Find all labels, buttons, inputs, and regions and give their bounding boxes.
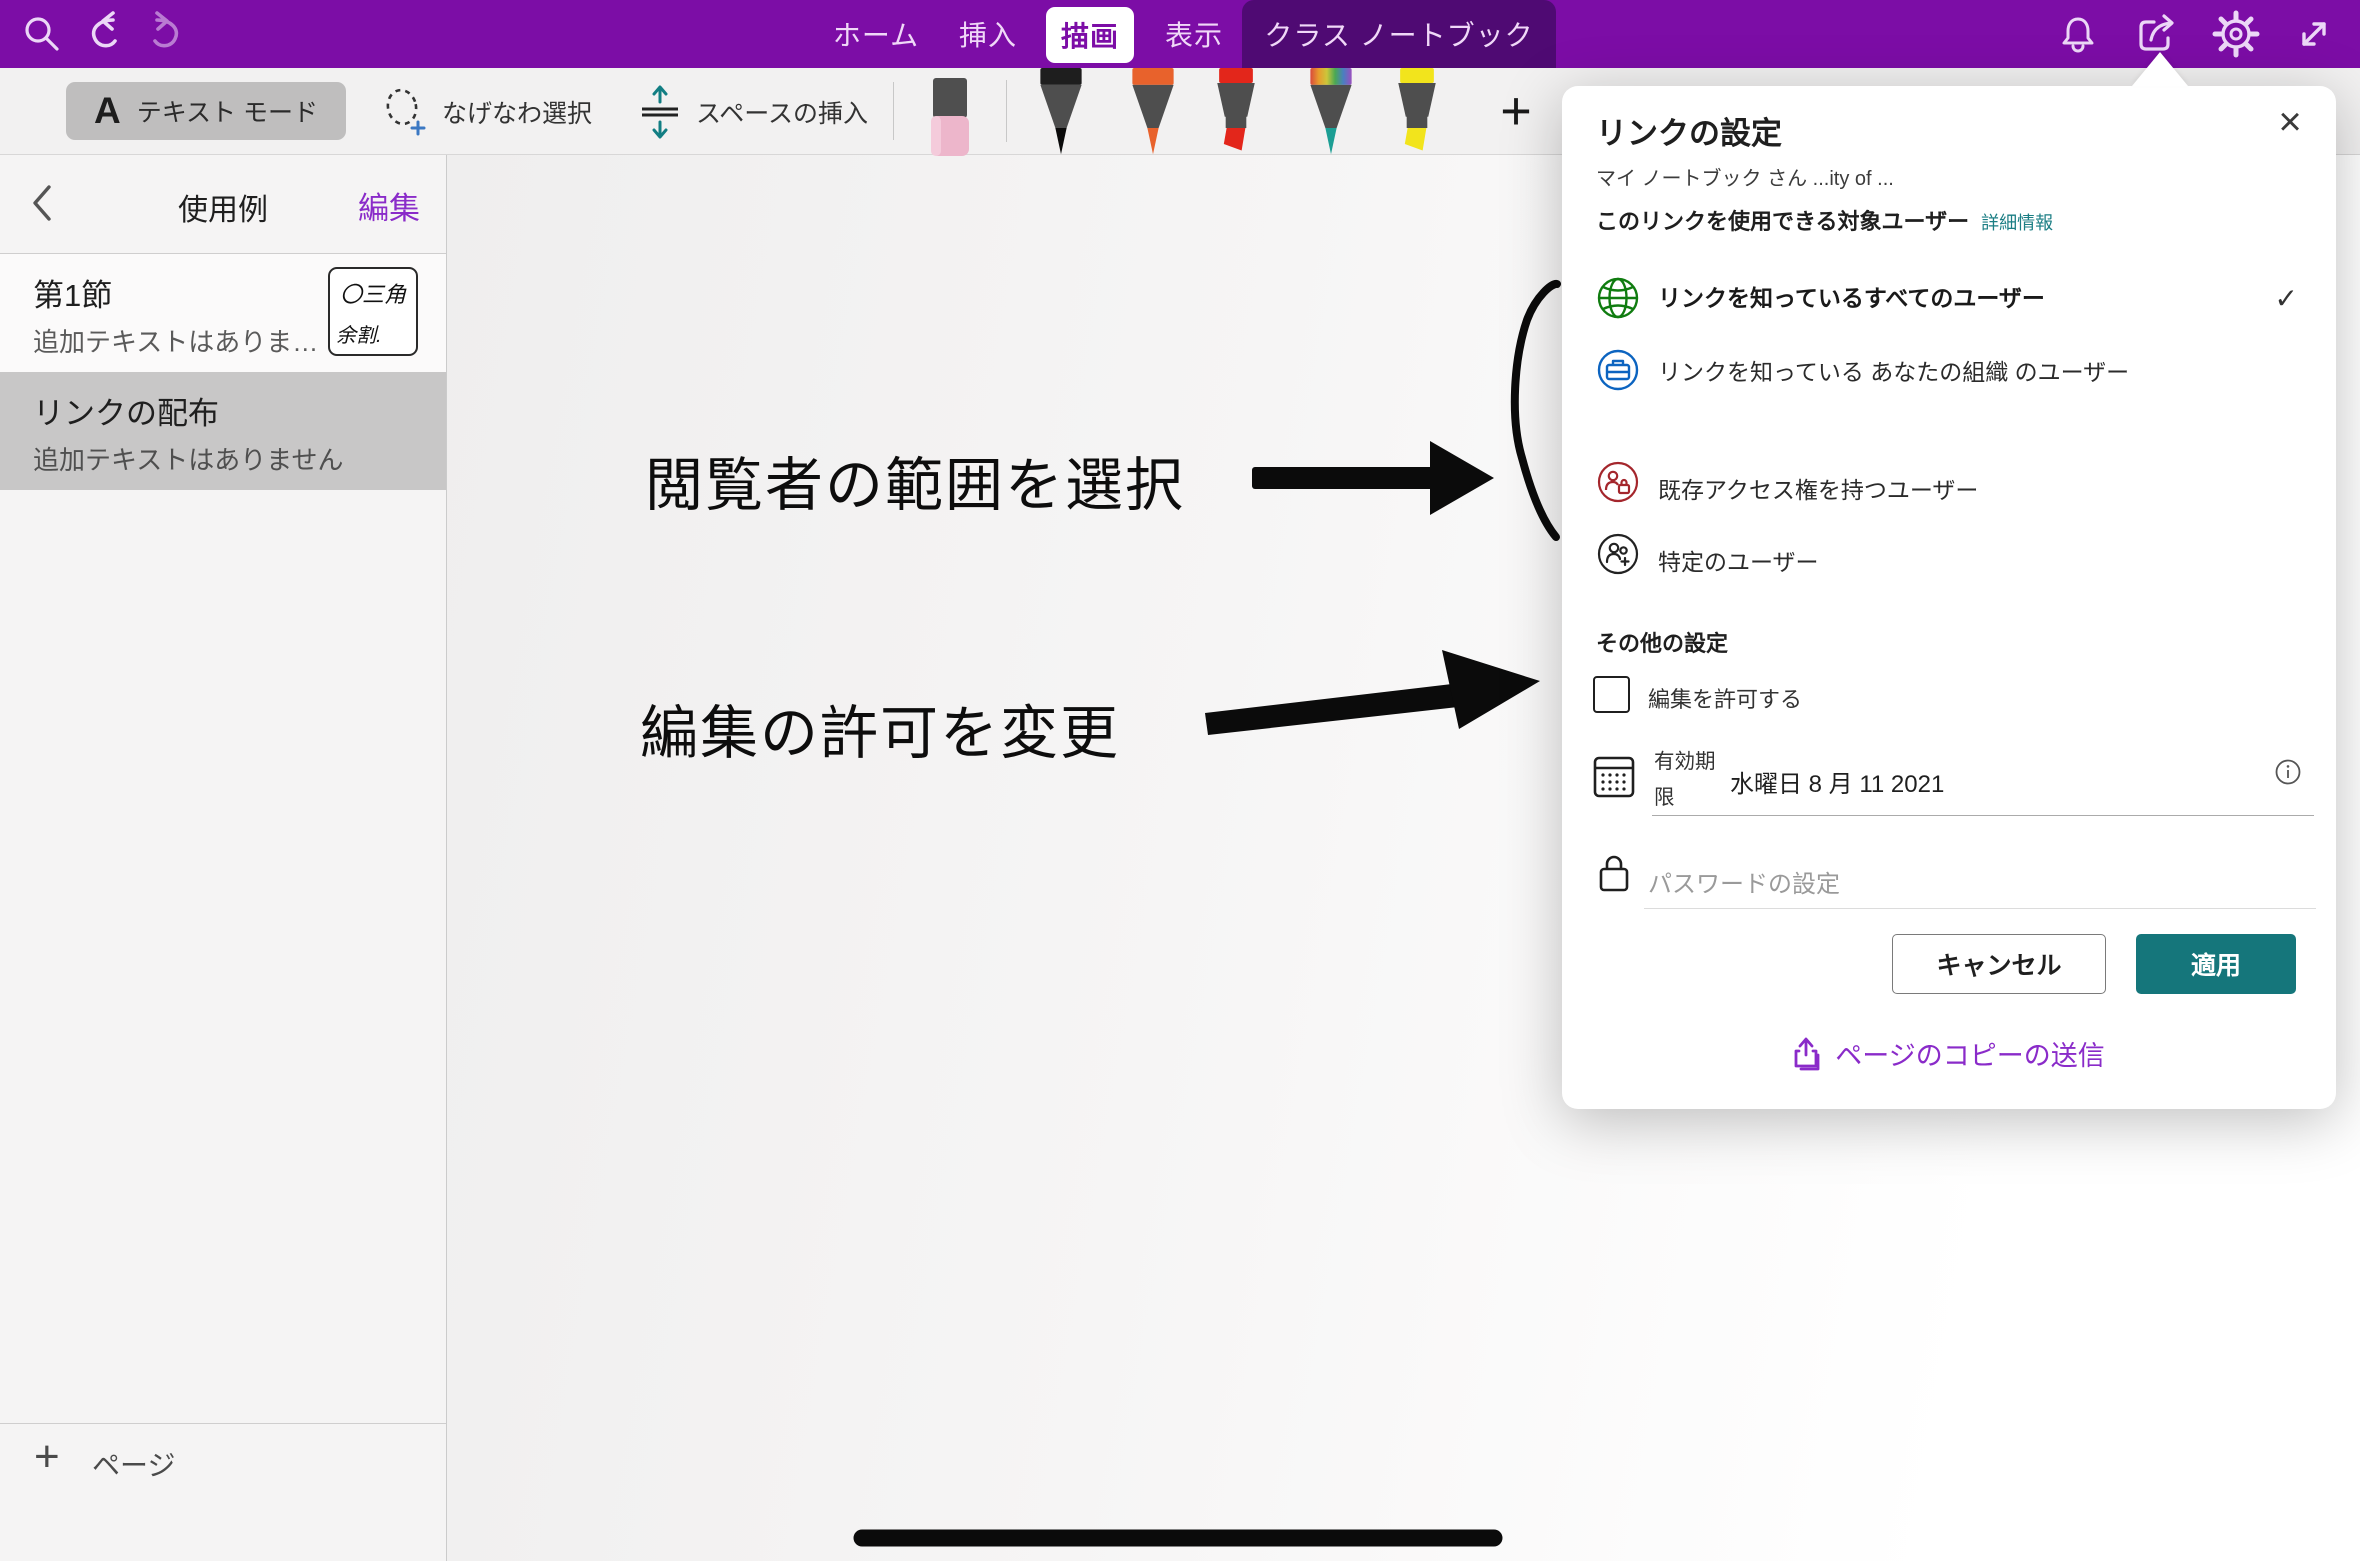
orange-pen-tool[interactable]	[1126, 68, 1180, 163]
top-app-bar: ホーム 挿入 描画 表示 クラス ノートブック	[0, 0, 2360, 68]
cancel-button[interactable]: キャンセル	[1892, 934, 2106, 994]
tab-class-notebook[interactable]: クラス ノートブック	[1242, 0, 1556, 68]
audience-label: このリンクを使用できる対象ユーザー	[1596, 209, 1969, 234]
password-field[interactable]: パスワードの設定	[1648, 864, 1840, 899]
add-page-button[interactable]: + ページ	[0, 1424, 446, 1494]
lasso-select-button[interactable]: なげなわ選択	[382, 68, 592, 155]
gear-icon[interactable]	[2208, 0, 2264, 68]
send-copy-label: ページのコピーの送信	[1835, 1034, 2104, 1073]
page-item-section1[interactable]: 第1節 追加テキストはありま… 〇三角 余割.	[0, 254, 446, 372]
apply-button[interactable]: 適用	[2136, 934, 2296, 994]
option-label: 特定のユーザー	[1658, 541, 1819, 583]
onenote-app: ホーム 挿入 描画 表示 クラス ノートブック	[0, 0, 2360, 1561]
text-mode-button[interactable]: A テキスト モード	[66, 82, 346, 140]
notebook-path: マイ ノートブック さん ...ity of ...	[1596, 162, 1894, 191]
people-add-icon	[1596, 532, 1640, 576]
expiry-underline	[1652, 815, 2314, 816]
tab-draw-label: 描画	[1061, 15, 1119, 55]
expand-icon[interactable]	[2288, 0, 2340, 68]
calendar-icon	[1592, 752, 1636, 796]
page-subtitle: 追加テキストはありま…	[33, 322, 318, 359]
close-icon[interactable]: ×	[2268, 100, 2312, 144]
allow-editing-checkbox[interactable]	[1593, 676, 1630, 713]
eraser-icon	[926, 78, 974, 158]
option-label: 既存アクセス権を持つユーザー	[1658, 469, 1978, 511]
lock-icon	[1596, 850, 1632, 896]
yellow-highlighter-tool[interactable]	[1390, 68, 1444, 163]
edit-button[interactable]: 編集	[358, 183, 420, 228]
black-pen-tool[interactable]	[1034, 68, 1088, 163]
plus-icon: +	[34, 1432, 60, 1482]
briefcase-icon	[1596, 348, 1640, 392]
pen-divider	[1006, 80, 1007, 142]
toolbar-divider	[893, 82, 894, 140]
cancel-label: キャンセル	[1936, 946, 2061, 982]
search-icon[interactable]	[18, 0, 66, 68]
tab-class-notebook-label: クラス ノートブック	[1264, 14, 1533, 54]
tab-home-label: ホーム	[833, 14, 919, 54]
dialog-title: リンクの設定	[1596, 108, 1782, 153]
undo-icon[interactable]	[76, 0, 128, 68]
rainbow-pen-tool[interactable]	[1304, 68, 1358, 163]
eraser-tool[interactable]	[926, 78, 974, 163]
dialog-caret	[2132, 52, 2188, 86]
tab-draw[interactable]: 描画	[1046, 7, 1134, 63]
page-title: 第1節	[33, 270, 112, 315]
globe-icon	[1596, 276, 1640, 320]
page-list-sidebar: 使用例 編集 第1節 追加テキストはありま… 〇三角 余割. リンクの配布 追加…	[0, 155, 447, 1561]
tab-insert-label: 挿入	[959, 14, 1017, 54]
rainbow-pen-icon	[1304, 68, 1358, 158]
thumbnail-handwriting-line1: 〇三角	[340, 277, 406, 309]
other-settings-heading: その他の設定	[1596, 626, 1728, 658]
apply-label: 適用	[2191, 946, 2241, 982]
option-label: リンクを知っている あなたの組織 のユーザー	[1658, 351, 2218, 393]
insert-space-button[interactable]: スペースの挿入	[636, 68, 868, 155]
add-pen-label: +	[1500, 80, 1532, 142]
insert-space-label: スペースの挿入	[696, 94, 868, 130]
red-highlighter-tool[interactable]	[1209, 68, 1263, 163]
add-pen-button[interactable]: +	[1486, 80, 1546, 142]
lasso-icon	[382, 86, 430, 138]
insert-space-icon	[636, 84, 684, 140]
redo-icon[interactable]	[142, 0, 194, 68]
sidebar-header: 使用例 編集	[0, 155, 446, 253]
people-lock-icon	[1596, 460, 1640, 504]
orange-pen-icon	[1126, 68, 1180, 158]
page-subtitle: 追加テキストはありません	[33, 440, 343, 477]
allow-editing-label: 編集を許可する	[1648, 682, 1802, 714]
page-title: リンクの配布	[33, 388, 219, 433]
expiry-label: 有効期限	[1654, 744, 1730, 816]
annotation-edit-permission: 編集の許可を変更	[640, 686, 1120, 770]
password-underline	[1644, 908, 2316, 909]
link-settings-dialog: リンクの設定 × マイ ノートブック さん ...ity of ... このリン…	[1562, 86, 2336, 1109]
tab-view-label: 表示	[1165, 14, 1223, 54]
red-highlighter-icon	[1209, 68, 1263, 158]
expiry-date-field[interactable]: 水曜日 8 月 11 2021	[1730, 764, 1944, 799]
yellow-highlighter-icon	[1390, 68, 1444, 158]
info-icon[interactable]	[2274, 758, 2302, 786]
details-link[interactable]: 詳細情報	[1981, 213, 2053, 233]
audience-heading: このリンクを使用できる対象ユーザー詳細情報	[1596, 204, 2053, 236]
annotation-viewer-scope: 閲覧者の範囲を選択	[645, 438, 1185, 522]
black-pen-icon	[1034, 68, 1088, 158]
text-mode-icon: A	[94, 90, 121, 132]
bell-icon[interactable]	[2052, 0, 2104, 68]
send-copy-icon	[1793, 1037, 1823, 1071]
send-page-copy-link[interactable]: ページのコピーの送信	[1562, 1034, 2336, 1073]
text-mode-label: テキスト モード	[137, 93, 318, 129]
check-icon: ✓	[2275, 282, 2298, 315]
tab-view[interactable]: 表示	[1150, 0, 1238, 68]
lasso-label: なげなわ選択	[442, 94, 592, 130]
page-thumbnail: 〇三角 余割.	[328, 267, 418, 356]
tab-home[interactable]: ホーム	[830, 0, 922, 68]
thumbnail-handwriting-line2: 余割.	[336, 319, 382, 348]
page-item-link-distribution[interactable]: リンクの配布 追加テキストはありません	[0, 372, 446, 490]
add-page-label: ページ	[92, 1444, 175, 1484]
option-label: リンクを知っているすべてのユーザー	[1658, 277, 2045, 319]
tab-insert[interactable]: 挿入	[944, 0, 1032, 68]
